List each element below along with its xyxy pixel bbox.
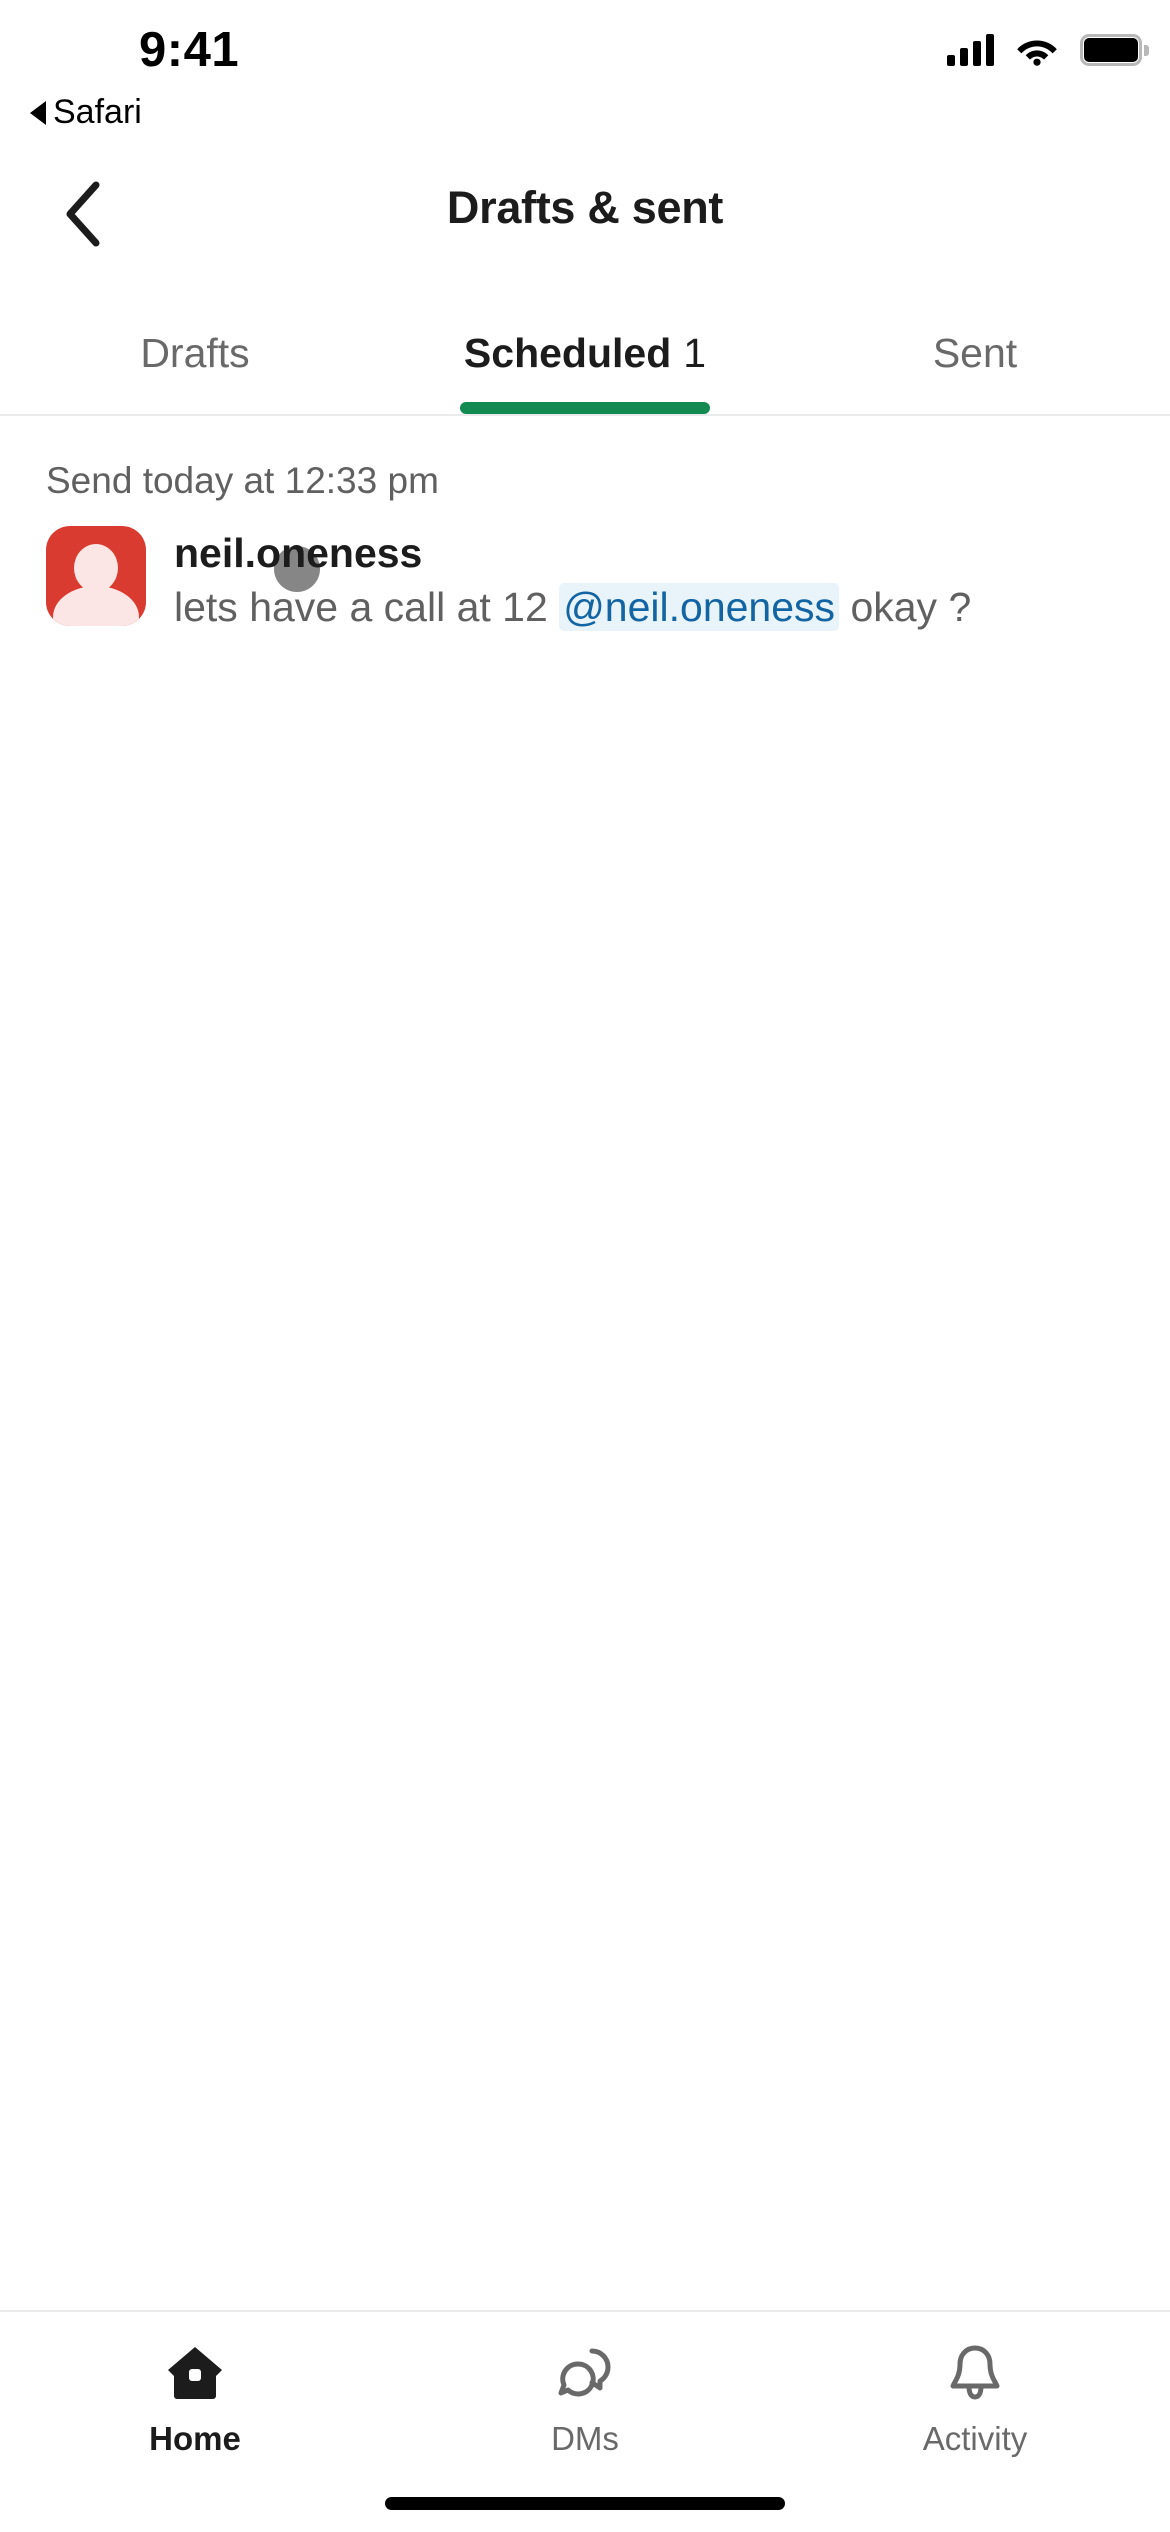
return-to-safari-label: Safari <box>53 93 142 131</box>
navigation-bar: Drafts & sent <box>0 150 1170 280</box>
list-item[interactable]: neil.oneness lets have a call at 12 @nei… <box>46 526 1126 632</box>
tab-scheduled[interactable]: Scheduled 1 <box>390 292 780 414</box>
tab-bar: Drafts Scheduled 1 Sent <box>0 292 1170 414</box>
user-mention-link[interactable]: @neil.oneness <box>559 583 840 632</box>
app-screen: 9:41 Safari Drafts & sent Drafts Schedul… <box>0 0 1170 2532</box>
message-text-after-mention: okay ? <box>850 584 972 631</box>
bottom-nav-activity-label: Activity <box>922 2420 1028 2457</box>
tab-bar-divider <box>0 414 1170 416</box>
wifi-icon <box>1016 34 1058 66</box>
home-icon <box>162 2340 228 2406</box>
tab-sent-label: Sent <box>932 329 1018 376</box>
bell-icon <box>942 2340 1008 2406</box>
bottom-nav-home-label: Home <box>149 2420 241 2457</box>
status-bar-time: 9:41 <box>139 23 240 77</box>
bottom-nav-activity[interactable]: Activity <box>780 2340 1170 2458</box>
message-text: lets have a call at 12 @neil.oneness oka… <box>174 582 1126 632</box>
schedule-time-label: Send today at 12:33 pm <box>46 460 439 501</box>
battery-full-icon <box>1080 34 1149 66</box>
home-indicator[interactable] <box>385 2497 785 2510</box>
user-avatar-icon <box>46 526 146 626</box>
active-tab-indicator <box>460 402 710 414</box>
tab-drafts[interactable]: Drafts <box>0 292 390 414</box>
return-to-safari-button[interactable]: Safari <box>30 93 142 132</box>
bottom-nav-dms-label: DMs <box>551 2420 619 2457</box>
message-text-before-mention: lets have a call at 12 <box>174 584 560 631</box>
bottom-nav-dms[interactable]: DMs <box>390 2340 780 2458</box>
message-body: neil.oneness lets have a call at 12 @nei… <box>174 526 1126 632</box>
chat-bubbles-icon <box>552 2340 618 2406</box>
status-bar: 9:41 Safari <box>0 0 1170 150</box>
page-title: Drafts & sent <box>446 182 724 233</box>
tab-scheduled-label: Scheduled <box>463 329 672 376</box>
bottom-navigation-bar: Home DMs Activity <box>0 2310 1170 2532</box>
tab-sent[interactable]: Sent <box>780 292 1170 414</box>
bottom-nav-home[interactable]: Home <box>0 2340 390 2458</box>
cellular-bars-icon <box>947 34 994 66</box>
tab-scheduled-count: 1 <box>683 329 707 376</box>
triangle-left-icon <box>30 100 46 125</box>
message-username: neil.oneness <box>174 530 423 576</box>
status-bar-indicators <box>947 34 1149 66</box>
tab-drafts-label: Drafts <box>140 329 250 376</box>
